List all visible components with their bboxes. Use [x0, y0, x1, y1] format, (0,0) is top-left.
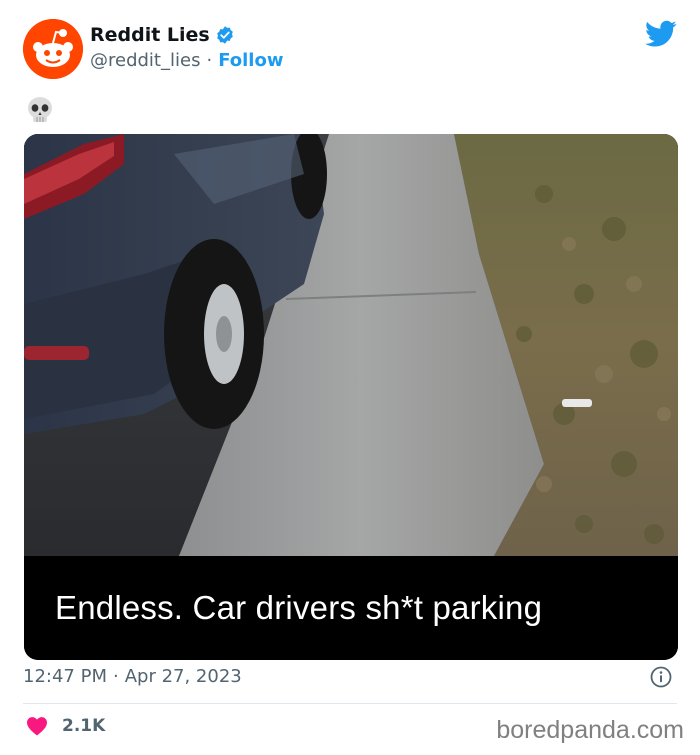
avatar[interactable] [23, 19, 83, 79]
author-name[interactable]: Reddit Lies [90, 24, 210, 46]
divider [23, 703, 677, 704]
like-button[interactable]: 2.1K [26, 716, 105, 736]
separator-dot: · [206, 50, 213, 71]
like-count: 2.1K [62, 716, 106, 736]
heart-icon [27, 717, 47, 736]
timestamp-separator: · [112, 666, 119, 687]
author-row: Reddit Lies [90, 22, 235, 48]
reddit-alien-icon [23, 19, 83, 79]
image-caption: Endless. Car drivers sh*t parking [55, 589, 543, 626]
parked-car-sidewalk-photo [24, 134, 678, 556]
tweet-timestamp[interactable]: 12:47 PM · Apr 27, 2023 [23, 666, 242, 687]
image-caption-band: Endless. Car drivers sh*t parking [24, 556, 678, 660]
tweet-date: Apr 27, 2023 [124, 666, 242, 687]
follow-button[interactable]: Follow [218, 50, 283, 71]
twitter-bird-icon[interactable] [645, 20, 677, 48]
handle-row: @reddit_lies · Follow [90, 50, 283, 71]
author-handle[interactable]: @reddit_lies [90, 50, 200, 71]
watermark: boredpanda.com [496, 716, 684, 744]
info-icon[interactable] [650, 666, 672, 688]
tweet-media[interactable]: Endless. Car drivers sh*t parking [24, 134, 678, 660]
skull-emoji-icon [28, 97, 52, 122]
verified-badge-icon [216, 26, 233, 44]
tweet-time: 12:47 PM [23, 666, 107, 687]
